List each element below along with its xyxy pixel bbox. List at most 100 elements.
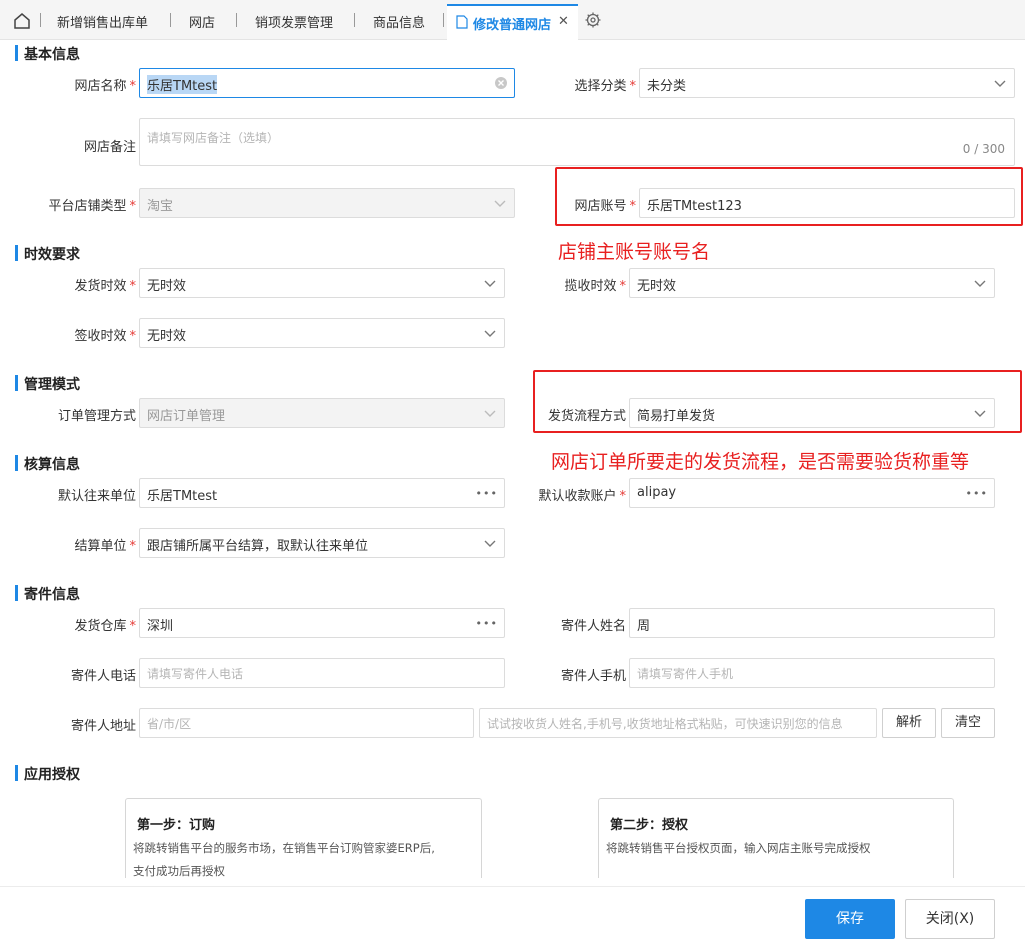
annotation-flow-note: 网店订单所要走的发货流程，是否需要验货称重等 [551, 451, 970, 473]
card-description: 将跳转销售平台授权页面，输入网店主账号完成授权 [606, 841, 871, 855]
sender-address-label: 寄件人地址 [70, 719, 136, 734]
tab-separator [170, 13, 171, 27]
section-title: 管理模式 [24, 377, 80, 393]
smart-address-placeholder: 试试按收货人姓名,手机号,收货地址格式粘贴，可快速识别您的信息 [487, 717, 843, 731]
ship-flow-value: 简易打单发货 [637, 409, 716, 424]
chevron-down-icon [484, 330, 496, 337]
shop-name-value: 乐居TMtest [147, 75, 218, 94]
warehouse-value: 深圳 [147, 619, 174, 634]
close-button[interactable]: 关闭(X) [905, 899, 995, 939]
tab-invoice[interactable]: 销项发票管理 [255, 12, 333, 31]
section-title: 基本信息 [24, 47, 80, 63]
sender-phone-input[interactable]: 请填写寄件人电话 [139, 658, 505, 688]
region-input[interactable]: 省/市/区 [139, 708, 474, 738]
default-account-label: 默认收款账户 * [538, 489, 626, 504]
default-account-input[interactable]: alipay ••• [629, 478, 995, 508]
ship-time-value: 无时效 [147, 279, 187, 294]
sender-phone-label: 寄件人电话 [70, 669, 136, 684]
shop-account-input[interactable]: 乐居TMtest123 [639, 188, 1015, 218]
shop-account-value: 乐居TMtest123 [647, 199, 742, 214]
tab-bar: 新增销售出库单 网店 销项发票管理 商品信息 修改普通网店 ✕ [0, 0, 1025, 40]
warehouse-label: 发货仓库 * [74, 619, 136, 634]
chevron-down-icon [974, 280, 986, 287]
default-partner-label: 默认往来单位 [57, 489, 136, 504]
warehouse-input[interactable]: 深圳 ••• [139, 608, 505, 638]
settlement-value: 跟店铺所属平台结算，取默认往来单位 [147, 539, 369, 554]
annotation-account-note: 店铺主账号账号名 [558, 241, 711, 263]
remark-placeholder: 请填写网店备注（选填） [147, 131, 280, 145]
ship-time-label: 发货时效 * [74, 279, 136, 294]
sender-mobile-placeholder: 请填写寄件人手机 [637, 667, 734, 681]
section-title: 应用授权 [24, 767, 80, 783]
document-icon [456, 15, 468, 29]
section-title: 时效要求 [24, 247, 80, 263]
card-title: 第二步：授权 [610, 818, 689, 833]
smart-address-input[interactable]: 试试按收货人姓名,手机号,收货地址格式粘贴，可快速识别您的信息 [479, 708, 877, 738]
ship-flow-select[interactable]: 简易打单发货 [629, 398, 995, 428]
settlement-select[interactable]: 跟店铺所属平台结算，取默认往来单位 [139, 528, 505, 558]
sender-name-label: 寄件人姓名 [560, 619, 626, 634]
clear-button[interactable]: 清空 [941, 708, 995, 738]
sender-name-value: 周 [637, 619, 651, 634]
remark-label: 网店备注 [83, 140, 136, 155]
category-select[interactable]: 未分类 [639, 68, 1015, 98]
auth-card-order[interactable]: 第一步：订购 将跳转销售平台的服务市场，在销售平台订购管家婆ERP后, 支付成功… [125, 798, 482, 878]
shop-name-input[interactable]: 乐居TMtest [139, 68, 515, 98]
ship-time-select[interactable]: 无时效 [139, 268, 505, 298]
close-icon[interactable]: ✕ [558, 14, 569, 29]
save-button[interactable]: 保存 [805, 899, 895, 939]
chevron-down-icon [484, 540, 496, 547]
order-mgmt-label: 订单管理方式 [57, 409, 136, 424]
pickup-time-select[interactable]: 无时效 [629, 268, 995, 298]
default-account-value: alipay [637, 485, 677, 500]
chevron-down-icon [494, 200, 506, 207]
section-title: 核算信息 [24, 457, 80, 473]
platform-type-select: 淘宝 [139, 188, 515, 218]
tab-label: 修改普通网店 [473, 18, 552, 33]
category-value: 未分类 [647, 79, 687, 94]
chevron-down-icon [484, 280, 496, 287]
sender-phone-placeholder: 请填写寄件人电话 [147, 667, 244, 681]
region-placeholder: 省/市/区 [147, 717, 192, 731]
card-description: 将跳转销售平台的服务市场，在销售平台订购管家婆ERP后, 支付成功后再授权 [133, 841, 435, 878]
default-partner-value: 乐居TMtest [147, 489, 218, 504]
tab-separator [40, 13, 41, 27]
shop-account-label: 网店账号 * [574, 199, 636, 214]
sign-time-label: 签收时效 * [74, 329, 136, 344]
ellipsis-icon[interactable]: ••• [476, 617, 498, 630]
sign-time-value: 无时效 [147, 329, 187, 344]
order-mgmt-select: 网店订单管理 [139, 398, 505, 428]
tab-sales-outbound[interactable]: 新增销售出库单 [57, 12, 148, 31]
tab-separator [354, 13, 355, 27]
home-icon[interactable] [12, 11, 32, 31]
platform-type-value: 淘宝 [147, 199, 174, 214]
chevron-down-icon [484, 410, 496, 417]
auth-card-authorize[interactable]: 第二步：授权 将跳转销售平台授权页面，输入网店主账号完成授权 [598, 798, 954, 878]
sign-time-select[interactable]: 无时效 [139, 318, 505, 348]
tab-goods[interactable]: 商品信息 [373, 12, 425, 31]
card-title: 第一步：订购 [137, 818, 216, 833]
chevron-down-icon [974, 410, 986, 417]
platform-type-label: 平台店铺类型 * [48, 199, 136, 214]
order-mgmt-value: 网店订单管理 [147, 409, 226, 424]
ellipsis-icon[interactable]: ••• [966, 487, 988, 500]
gear-icon[interactable] [584, 11, 602, 29]
sender-name-input[interactable]: 周 [629, 608, 995, 638]
sender-mobile-input[interactable]: 请填写寄件人手机 [629, 658, 995, 688]
remark-counter: 0 / 300 [962, 142, 1005, 156]
remark-textarea[interactable]: 请填写网店备注（选填） 0 / 300 [139, 118, 1015, 166]
tab-shop[interactable]: 网店 [189, 12, 215, 31]
clear-icon[interactable] [494, 76, 508, 90]
parse-button[interactable]: 解析 [882, 708, 936, 738]
ship-flow-label: 发货流程方式 [547, 409, 626, 424]
tab-edit-shop[interactable]: 修改普通网店 ✕ [447, 4, 578, 40]
category-label: 选择分类 * [574, 79, 636, 94]
default-partner-input[interactable]: 乐居TMtest ••• [139, 478, 505, 508]
tab-separator [236, 13, 237, 27]
chevron-down-icon [994, 80, 1006, 87]
ellipsis-icon[interactable]: ••• [476, 487, 498, 500]
footer-bar: 保存 关闭(X) [0, 886, 1025, 948]
pickup-time-label: 揽收时效 * [564, 279, 626, 294]
sender-mobile-label: 寄件人手机 [560, 669, 626, 684]
section-title: 寄件信息 [24, 587, 80, 603]
